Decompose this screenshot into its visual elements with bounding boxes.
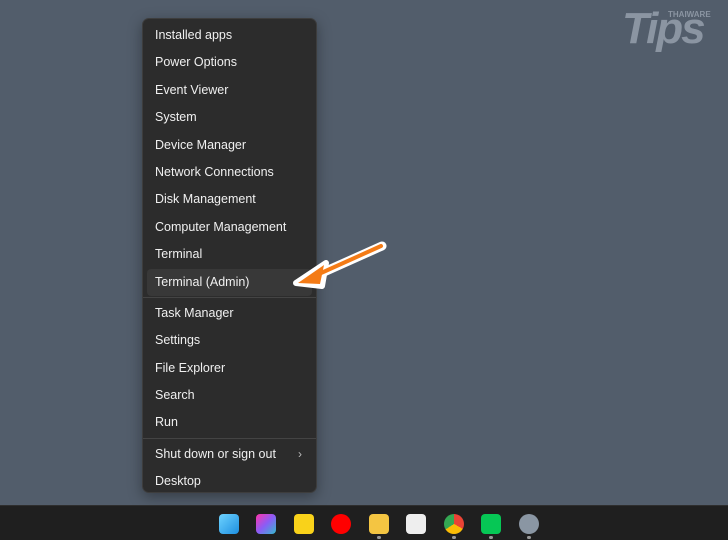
annotation-arrow-icon xyxy=(293,241,387,289)
line-icon[interactable] xyxy=(481,514,501,534)
sticky-notes-icon[interactable] xyxy=(294,514,314,534)
running-indicator xyxy=(452,536,456,539)
youtube-music-icon[interactable] xyxy=(331,514,351,534)
copilot-icon[interactable] xyxy=(256,514,276,534)
app-icon[interactable] xyxy=(406,514,426,534)
taskbar xyxy=(0,505,728,540)
file-explorer-icon[interactable] xyxy=(369,514,389,534)
running-indicator xyxy=(377,536,381,539)
running-indicator xyxy=(489,536,493,539)
running-indicator xyxy=(527,536,531,539)
windows-start-icon[interactable] xyxy=(219,514,239,534)
settings-icon[interactable] xyxy=(519,514,539,534)
chrome-icon[interactable] xyxy=(444,514,464,534)
